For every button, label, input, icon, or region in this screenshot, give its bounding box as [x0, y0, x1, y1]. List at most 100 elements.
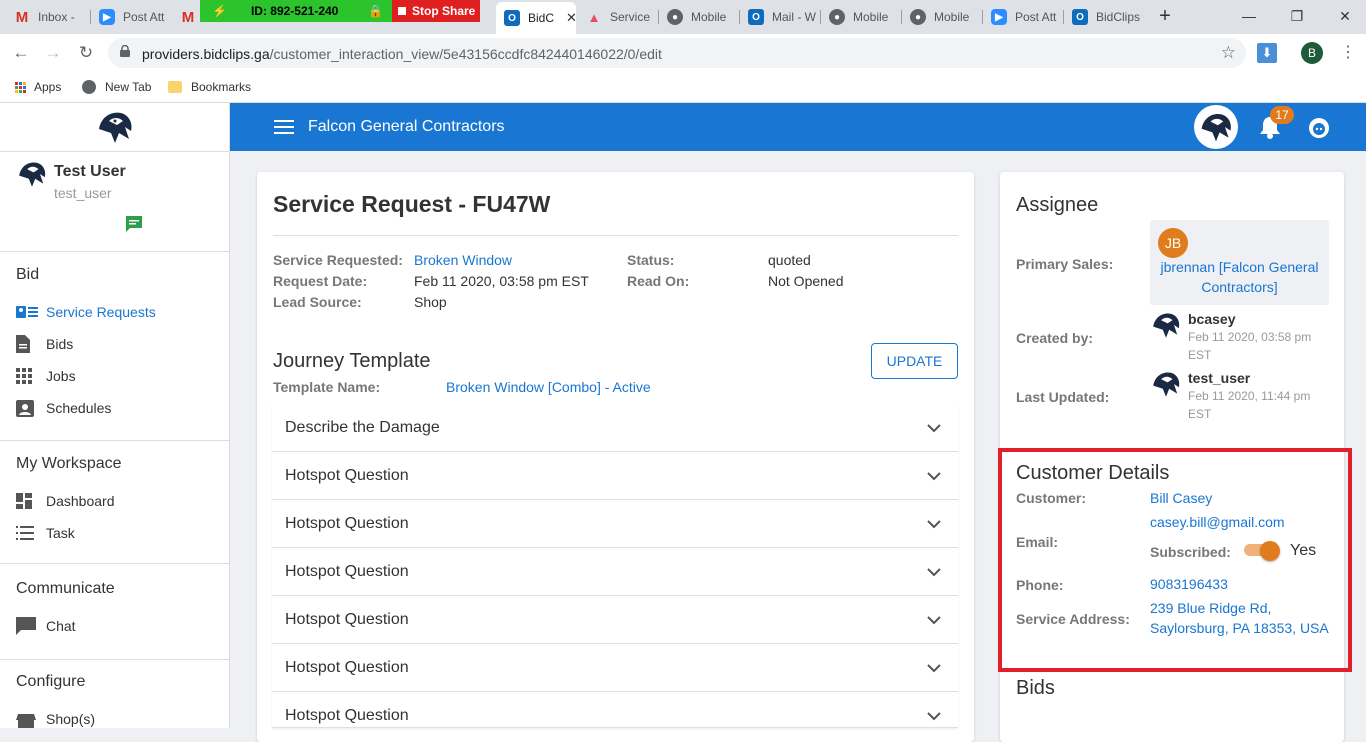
bookmark-folder[interactable]: Bookmarks — [168, 78, 251, 96]
read-on-value: Not Opened — [768, 273, 844, 289]
avatar: JB — [1158, 228, 1188, 258]
contact-calendar-icon — [16, 399, 38, 417]
page-title: Service Request - FU47W — [273, 191, 551, 217]
primary-sales-label: Primary Sales: — [1016, 256, 1114, 272]
accordion-hotspot-question[interactable]: Hotspot Question — [272, 452, 958, 500]
accordion-hotspot-question[interactable]: Hotspot Question — [272, 596, 958, 644]
sidebar-divider — [0, 659, 229, 660]
stop-share-button[interactable]: Stop Share — [392, 0, 480, 22]
browser-tab-gmail-2[interactable]: M — [172, 4, 202, 30]
sidebar-item-chat[interactable]: Chat — [16, 616, 76, 636]
browser-menu-icon[interactable]: ⋮ — [1340, 42, 1356, 62]
new-tab-button[interactable]: + — [1150, 4, 1180, 28]
accordion-hotspot-question[interactable]: Hotspot Question — [272, 548, 958, 596]
list-icon — [16, 524, 38, 542]
read-on-label: Read On: — [627, 273, 690, 289]
support-face-icon[interactable] — [1308, 117, 1330, 139]
id-card-icon — [16, 303, 38, 321]
bookmark-apps[interactable]: Apps — [15, 78, 61, 96]
company-logo-avatar[interactable] — [1194, 105, 1238, 149]
accordion-describe-damage[interactable]: Describe the Damage — [272, 404, 958, 452]
browser-tab-mobile-2[interactable]: ● Mobile — [821, 4, 901, 30]
globe-icon: ● — [667, 9, 683, 25]
forward-button[interactable]: → — [42, 42, 64, 64]
sidebar-section-workspace: My Workspace — [16, 455, 122, 472]
document-icon — [16, 335, 38, 353]
browser-tab-bidclips[interactable]: O BidClips — [1064, 4, 1144, 30]
outlook-icon: O — [1072, 9, 1088, 25]
chevron-down-icon — [927, 568, 941, 577]
apps-grid-icon — [15, 81, 26, 93]
user-avatar[interactable] — [16, 159, 48, 189]
company-name: Falcon General Contractors — [308, 118, 505, 135]
browser-tab-mail[interactable]: O Mail - W — [740, 4, 820, 30]
outlook-icon: O — [748, 9, 764, 25]
status-label: Status: — [627, 252, 675, 268]
created-by-user: bcasey — [1188, 311, 1236, 327]
zoom-icon: ▶ — [99, 9, 115, 25]
bookmark-new-tab[interactable]: New Tab — [82, 78, 151, 96]
close-window-button[interactable]: ✕ — [1330, 4, 1360, 28]
hamburger-menu-icon[interactable] — [274, 120, 294, 134]
browser-tab-gmail[interactable]: M Inbox - — [6, 4, 90, 30]
sidebar-item-shops[interactable]: Shop(s) — [16, 709, 95, 728]
app-top-bar: Falcon General Contractors 17 — [230, 103, 1366, 151]
restore-window-button[interactable]: ❐ — [1282, 4, 1312, 28]
update-button[interactable]: UPDATE — [871, 343, 958, 379]
last-updated-user: test_user — [1188, 370, 1251, 386]
falcon-logo-icon — [1201, 114, 1231, 142]
browser-tab-bidclips-active[interactable]: O BidC ✕ — [496, 2, 576, 34]
browser-tab-mobile-3[interactable]: ● Mobile — [902, 4, 982, 30]
created-date-tz: EST — [1188, 348, 1212, 362]
sidebar-item-task[interactable]: Task — [16, 523, 75, 543]
lead-source-value: Shop — [414, 294, 447, 310]
sidebar-divider — [0, 440, 229, 441]
message-icon[interactable] — [124, 214, 144, 234]
download-extension-icon[interactable]: ⬇ — [1257, 43, 1277, 63]
sidebar-item-bids[interactable]: Bids — [16, 334, 73, 354]
sidebar-section-configure: Configure — [16, 673, 86, 690]
url-text: providers.bidclips.ga/customer_interacti… — [142, 46, 662, 62]
address-bar[interactable]: providers.bidclips.ga/customer_interacti… — [108, 38, 1246, 68]
journey-template-heading: Journey Template — [273, 350, 431, 372]
sidebar-item-schedules[interactable]: Schedules — [16, 398, 111, 418]
primary-sales-chip[interactable]: JB jbrennan [Falcon General Contractors] — [1150, 220, 1329, 305]
sidebar: Test User test_user Bid Service Requests… — [0, 103, 230, 728]
browser-tab-service[interactable]: ▲ Service — [578, 4, 658, 30]
reload-button[interactable]: ↻ — [75, 42, 97, 64]
gmail-icon: M — [181, 8, 195, 26]
sidebar-item-service-requests[interactable]: Service Requests — [16, 302, 156, 322]
template-name-label: Template Name: — [273, 379, 381, 395]
sidebar-divider — [0, 563, 229, 564]
created-date: Feb 11 2020, 03:58 pm — [1188, 330, 1312, 344]
primary-sales-company: Contractors] — [1201, 279, 1278, 295]
lead-source-label: Lead Source: — [273, 294, 362, 310]
sidebar-section-communicate: Communicate — [16, 580, 115, 597]
back-button[interactable]: ← — [10, 42, 32, 64]
profile-avatar[interactable]: B — [1301, 42, 1323, 64]
browser-tab-zoom-2[interactable]: ▶ Post Att — [983, 4, 1063, 30]
gmail-icon: M — [15, 8, 29, 26]
avatar — [1153, 313, 1180, 338]
minimize-window-button[interactable]: — — [1234, 4, 1264, 28]
sidebar-item-dashboard[interactable]: Dashboard — [16, 491, 115, 511]
accordion-hotspot-question[interactable]: Hotspot Question — [272, 692, 958, 728]
template-name-link[interactable]: Broken Window [Combo] - Active — [446, 379, 651, 395]
accordion-hotspot-question[interactable]: Hotspot Question — [272, 644, 958, 692]
service-requested-link[interactable]: Broken Window — [414, 252, 512, 268]
bookmarks-bar: Apps New Tab Bookmarks — [0, 72, 1366, 103]
accordion-hotspot-question[interactable]: Hotspot Question — [272, 500, 958, 548]
outlook-icon: O — [504, 10, 520, 26]
last-updated-label: Last Updated: — [1016, 389, 1110, 405]
close-tab-icon[interactable]: ✕ — [566, 10, 576, 26]
browser-tab-zoom[interactable]: ▶ Post Att — [91, 4, 171, 30]
sidebar-section-bid: Bid — [16, 266, 40, 283]
browser-tab-mobile[interactable]: ● Mobile — [659, 4, 739, 30]
zoom-icon: ▶ — [991, 9, 1007, 25]
share-id-panel: ⚡ ID: 892-521-240 🔒 — [200, 0, 392, 22]
sidebar-item-jobs[interactable]: Jobs — [16, 366, 76, 386]
bookmark-star-icon[interactable]: ☆ — [1221, 43, 1236, 63]
folder-icon — [168, 81, 182, 93]
chevron-down-icon — [927, 616, 941, 625]
avatar — [1153, 372, 1180, 397]
